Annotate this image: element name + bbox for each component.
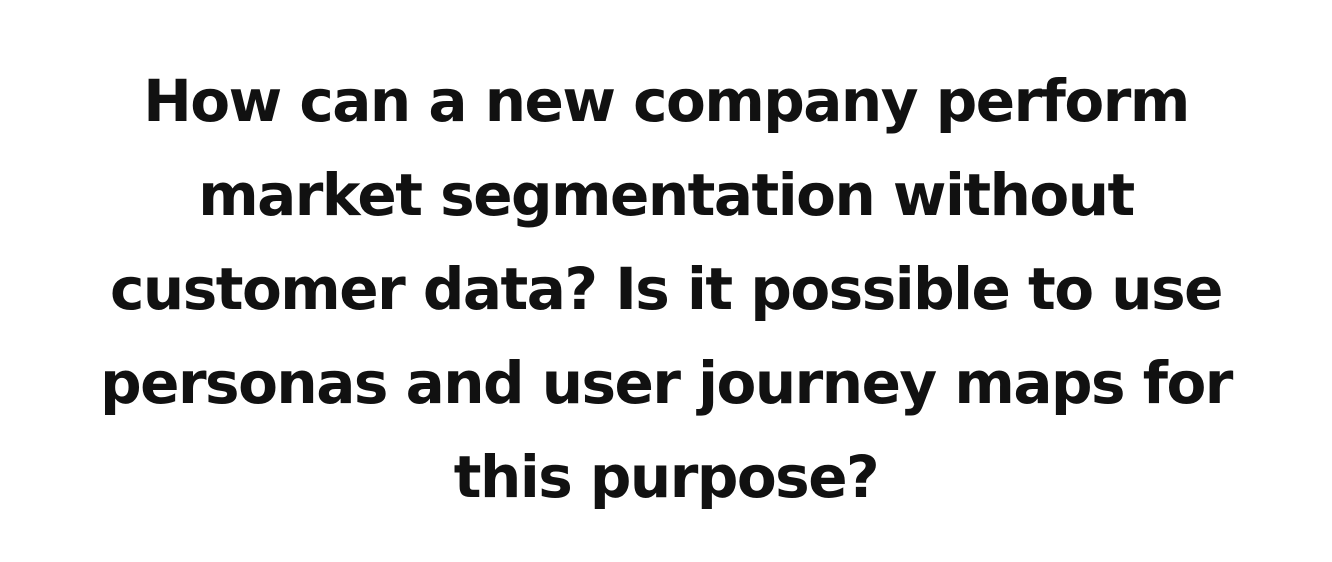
question-line-1: How can a new company perform [143,67,1190,135]
question-line-5: this purpose? [453,443,880,511]
question-line-2: market segmentation without [198,161,1135,229]
question-line-4: personas and user journey maps for [100,349,1233,417]
question-line-3: customer data? Is it possible to use [110,255,1223,323]
question-text: How can a new company perform market seg… [66,54,1266,524]
slide-canvas: How can a new company perform market seg… [0,0,1332,562]
